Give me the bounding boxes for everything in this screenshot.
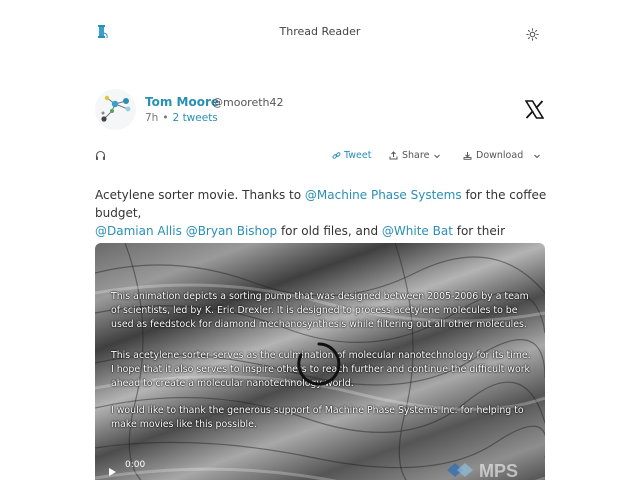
mention-link[interactable]: @White Bat bbox=[382, 224, 453, 238]
tweet-label: Tweet bbox=[344, 150, 372, 161]
play-icon[interactable] bbox=[107, 462, 117, 476]
download-icon bbox=[463, 152, 472, 160]
author-handle: @mooreth42 bbox=[212, 96, 284, 109]
video-time: 0:00 bbox=[125, 460, 146, 470]
thread-meta: 7h • 2 tweets bbox=[145, 112, 218, 124]
mention-link[interactable]: @Damian Allis bbox=[95, 224, 182, 238]
avatar[interactable] bbox=[95, 89, 136, 130]
author-header: Tom Moore @mooreth42 7h • 2 tweets bbox=[95, 89, 545, 131]
mention-link[interactable]: @Bryan Bishop bbox=[186, 224, 277, 238]
action-bar: Tweet Share Download bbox=[95, 148, 545, 164]
tweet-text-segment: for old files, and bbox=[277, 224, 382, 238]
video-player[interactable]: This animation depicts a sorting pump th… bbox=[95, 243, 545, 480]
sun-icon[interactable] bbox=[526, 26, 539, 41]
app-title: Thread Reader bbox=[279, 25, 361, 38]
link-icon bbox=[332, 152, 341, 159]
tweet-count-link[interactable]: 2 tweets bbox=[173, 112, 218, 124]
separator-dot: • bbox=[162, 112, 169, 124]
video-caption: This animation depicts a sorting pump th… bbox=[111, 291, 529, 330]
share-label: Share bbox=[402, 150, 430, 161]
headphones-icon[interactable] bbox=[95, 150, 106, 161]
mention-link[interactable]: @Machine Phase Systems bbox=[305, 188, 462, 202]
share-icon bbox=[389, 151, 398, 160]
download-label: Download bbox=[476, 150, 524, 161]
video-caption: I would like to thank the generous suppo… bbox=[111, 405, 524, 430]
share-button[interactable]: Share bbox=[389, 150, 441, 161]
watermark-text: MPS bbox=[479, 461, 518, 480]
loading-spinner-icon bbox=[297, 342, 341, 386]
tweet-text-segment: Acetylene sorter movie. Thanks to bbox=[95, 188, 305, 202]
chevron-down-icon bbox=[434, 154, 441, 158]
top-bar: Thread Reader bbox=[0, 0, 640, 64]
x-logo-icon[interactable] bbox=[524, 100, 545, 119]
time-ago: 7h bbox=[145, 112, 159, 124]
chevron-down-icon bbox=[534, 154, 541, 158]
download-button[interactable]: Download bbox=[463, 150, 541, 161]
author-name[interactable]: Tom Moore bbox=[145, 95, 219, 109]
mps-watermark: MPS bbox=[447, 461, 518, 480]
tweet-link[interactable]: Tweet bbox=[332, 150, 371, 161]
